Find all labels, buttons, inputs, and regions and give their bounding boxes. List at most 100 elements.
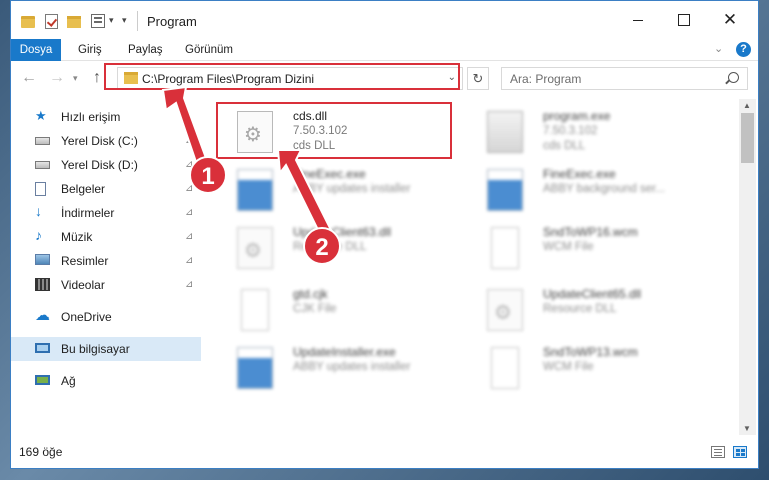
file-name: SndToWP13.wcm: [543, 345, 638, 359]
generic-file-icon: [491, 227, 519, 269]
up-button[interactable]: ↑: [93, 69, 101, 87]
file-item[interactable]: program.exe 7.50.3.102 cds DLL: [469, 103, 709, 161]
drive-icon: [35, 137, 50, 145]
ribbon-tabs: Dosya Giriş Paylaş Görünüm ⌄ ?: [11, 39, 758, 61]
exe-file-icon: [487, 169, 523, 211]
properties-icon[interactable]: [45, 14, 58, 29]
file-item[interactable]: SndToWP16.wcm WCM File: [469, 219, 709, 277]
file-item[interactable]: SndToWP13.wcm WCM File: [469, 339, 709, 397]
generic-file-icon: [491, 347, 519, 389]
tab-giris[interactable]: Giriş: [68, 39, 112, 61]
sidebar-item-videos[interactable]: Videolar ⊿: [11, 273, 201, 297]
sidebar-item-network[interactable]: Ağ: [11, 369, 201, 393]
tab-paylas[interactable]: Paylaş: [118, 39, 173, 61]
sidebar-item-label: Bu bilgisayar: [61, 342, 130, 356]
refresh-button[interactable]: ↻: [467, 67, 489, 90]
sidebar-item-downloads[interactable]: ↓ İndirmeler ⊿: [11, 201, 201, 225]
sidebar-item-label: Müzik: [61, 230, 93, 244]
file-name: program.exe: [543, 109, 611, 123]
tiles-view-icon[interactable]: [733, 446, 747, 458]
exe-file-icon: [237, 169, 273, 211]
file-description: Resource DLL: [543, 303, 617, 315]
minimize-button[interactable]: [615, 6, 661, 34]
window-title: Program: [147, 14, 197, 29]
address-highlight-box: [104, 63, 460, 90]
pin-icon[interactable]: ⊿: [185, 279, 193, 290]
cloud-icon: ☁: [35, 307, 50, 324]
file-item[interactable]: UpdateInstaller.exe ABBY updates install…: [219, 339, 459, 397]
computer-icon: [35, 343, 50, 353]
sidebar-item-label: Yerel Disk (D:): [61, 158, 138, 172]
file-item[interactable]: gtd.cjk CJK File: [219, 281, 459, 339]
tab-gorunum[interactable]: Görünüm: [175, 39, 243, 61]
title-bar: ▾ ▾ Program ✕: [11, 1, 758, 39]
sidebar-item-label: OneDrive: [61, 310, 112, 324]
star-icon: ★: [35, 108, 47, 123]
file-highlight-box: [216, 102, 452, 159]
sidebar-item-label: Resimler: [61, 254, 109, 268]
file-name: SndToWP16.wcm: [543, 225, 638, 239]
videos-icon: [35, 278, 50, 291]
pin-icon[interactable]: ⊿: [185, 135, 193, 146]
dll-file-icon: [487, 289, 523, 331]
view-options-icon[interactable]: [91, 14, 105, 28]
folder-icon: [21, 16, 35, 28]
details-view-icon[interactable]: [711, 446, 725, 458]
sidebar-item-onedrive[interactable]: ☁ OneDrive: [11, 305, 201, 329]
pin-icon[interactable]: ⊿: [185, 183, 193, 194]
file-version: 7.50.3.102: [543, 125, 598, 137]
tab-dosya[interactable]: Dosya: [11, 39, 61, 61]
drive-icon: [35, 161, 50, 169]
file-description: ABBY background ser...: [543, 183, 665, 195]
file-item[interactable]: FineExec.exe ABBY background ser...: [469, 161, 709, 219]
pin-icon[interactable]: ⊿: [185, 159, 193, 170]
forward-button[interactable]: →: [49, 69, 65, 87]
generic-file-icon: [241, 289, 269, 331]
sidebar-item-pictures[interactable]: Resimler ⊿: [11, 249, 201, 273]
search-icon[interactable]: [728, 72, 739, 83]
network-icon: [35, 375, 50, 385]
pin-icon[interactable]: ⊿: [185, 231, 193, 242]
customize-toolbar-icon[interactable]: ▾: [122, 15, 127, 33]
vertical-scrollbar[interactable]: ▲ ▼: [739, 99, 756, 435]
sidebar-item-label: İndirmeler: [61, 206, 115, 220]
file-description: Resource DLL: [293, 241, 367, 253]
file-name: UpdateClient65.dll: [543, 287, 642, 301]
expand-ribbon-icon[interactable]: ⌄: [714, 42, 723, 55]
file-name: UpdateInstaller.exe: [293, 345, 396, 359]
scroll-thumb[interactable]: [741, 113, 754, 163]
view-dropdown-icon[interactable]: ▾: [109, 15, 114, 33]
scroll-up-icon[interactable]: ▲: [743, 101, 751, 110]
sidebar-item-quick-access[interactable]: ★ Hızlı erişim: [11, 105, 201, 129]
file-description: ABBY updates installer: [293, 361, 411, 373]
sidebar-item-documents[interactable]: Belgeler ⊿: [11, 177, 201, 201]
close-icon: ✕: [722, 10, 738, 29]
sidebar-item-this-pc[interactable]: Bu bilgisayar: [11, 337, 201, 361]
documents-icon: [35, 182, 46, 196]
file-item[interactable]: UpdateClient65.dll Resource DLL: [469, 281, 709, 339]
music-icon: ♪: [35, 227, 42, 243]
sidebar-item-label: Belgeler: [61, 182, 106, 196]
file-description: cds DLL: [543, 140, 586, 152]
file-name: FineExec.exe: [543, 167, 616, 181]
sidebar-item-local-disk-d[interactable]: Yerel Disk (D:) ⊿: [11, 153, 201, 177]
back-button[interactable]: ←: [21, 69, 37, 87]
search-box[interactable]: [501, 67, 748, 90]
exe-file-icon: [237, 347, 273, 389]
sidebar-item-music[interactable]: ♪ Müzik ⊿: [11, 225, 201, 249]
sidebar-item-label: Videolar: [61, 278, 105, 292]
pin-icon[interactable]: ⊿: [185, 255, 193, 266]
search-input[interactable]: [502, 68, 722, 89]
pictures-icon: [35, 254, 50, 265]
help-icon[interactable]: ?: [736, 42, 751, 57]
new-folder-icon[interactable]: [67, 16, 81, 28]
file-item[interactable]: FineExec.exe ABBY updates installer: [219, 161, 459, 219]
pin-icon[interactable]: ⊿: [185, 207, 193, 218]
sidebar-item-local-disk-c[interactable]: Yerel Disk (C:) ⊿: [11, 129, 201, 153]
maximize-button[interactable]: [661, 6, 707, 34]
scroll-down-icon[interactable]: ▼: [743, 424, 751, 433]
close-button[interactable]: ✕: [707, 6, 753, 34]
file-item[interactable]: UpdateClient63.dll Resource DLL: [219, 219, 459, 277]
file-description: WCM File: [543, 241, 594, 253]
recent-locations-icon[interactable]: ▾: [73, 73, 78, 84]
